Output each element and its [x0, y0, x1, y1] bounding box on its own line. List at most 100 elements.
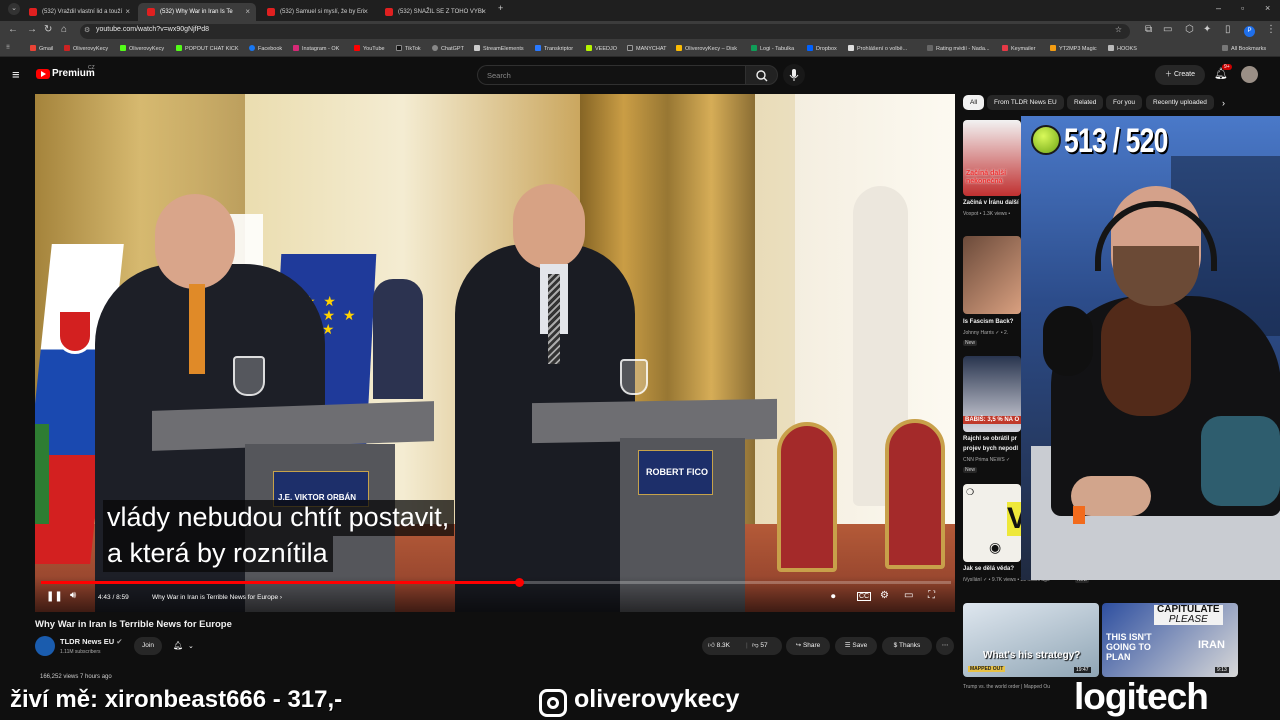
sidebar-icon[interactable]: ▯ [1225, 24, 1231, 35]
chip-for-you[interactable]: For you [1106, 95, 1143, 110]
bookmark-instagram[interactable]: Instagram - OK [293, 45, 339, 52]
sidebar-thumb-5[interactable]: What's his strategy? MAPPED OUT 19:47 [963, 603, 1099, 677]
settings-gear-icon[interactable]: ⚙ [880, 590, 889, 601]
orange-tie [189, 284, 205, 374]
create-button[interactable]: ＋ Create [1155, 65, 1205, 85]
bookmark-drive[interactable]: OliverovyKecy – Disk [676, 45, 737, 52]
bookmark-all[interactable]: All Bookmarks [1222, 45, 1266, 52]
sidebar-thumb-6[interactable]: CAPITULATE PLEASE THIS ISN'T GOING TO PLA… [1102, 603, 1238, 677]
bookmark-transkriptor[interactable]: Transkriptor [535, 45, 573, 52]
bookmark-streamelements[interactable]: StreamElements [474, 45, 524, 52]
bookmark-keymailer[interactable]: Keymailer [1002, 45, 1035, 52]
join-button[interactable]: Join [134, 637, 162, 655]
tab-search-icon[interactable]: ⌄ [8, 3, 20, 15]
pause-icon[interactable]: ❚❚ [46, 591, 63, 602]
sidebar-title-2[interactable]: Is Fascism Back? [963, 319, 1013, 325]
ivysilani-logo-icon: ❍ [966, 487, 975, 497]
chevron-down-icon[interactable]: ⌄ [188, 642, 194, 650]
video-player[interactable]: ★ ★★ ★ ★★ ★ J.E. VIKTOR ORBÁN ROBERT FIC… [35, 94, 955, 612]
user-avatar[interactable] [1241, 66, 1258, 83]
captions-icon[interactable]: CC [857, 592, 872, 601]
bookmark-logi-tabulka[interactable]: Logi - Tabulka [751, 45, 794, 52]
close-tab-icon[interactable]: × [245, 3, 250, 21]
reload-icon[interactable]: ↻ [44, 24, 52, 35]
chip-recently-uploaded[interactable]: Recently uploaded [1146, 95, 1214, 110]
bookmark-facebook[interactable]: Facebook [249, 45, 282, 52]
close-tab-icon[interactable]: × [481, 3, 486, 21]
sidebar-title-1[interactable]: Začíná v Íránu další [963, 200, 1019, 206]
bookmark-manychat[interactable]: MANYCHAT [627, 45, 666, 52]
sidebar-thumb-2[interactable] [963, 236, 1021, 314]
chapter-title[interactable]: Why War in Iran is Terrible News for Eur… [152, 594, 282, 601]
bookmark-oliverovykecy-2[interactable]: OliverovyKecy [120, 45, 164, 52]
bookmark-oliverovykecy-1[interactable]: OliverovyKecy [64, 45, 108, 52]
extensions-puzzle-icon[interactable]: ✦ [1203, 24, 1211, 35]
close-window-icon[interactable]: × [1265, 3, 1270, 13]
browser-tab-2-active[interactable]: (532) Why War in Iran Is Te × [138, 3, 256, 21]
browser-tab-3[interactable]: (532) Samuel si myslí, že by Eri × [258, 3, 374, 21]
fullscreen-icon[interactable]: ⛶ [928, 590, 935, 601]
extension-icon[interactable]: ⬡ [1185, 24, 1194, 35]
bookmark-dropbox[interactable]: Dropbox [807, 45, 837, 52]
sidebar-title-4[interactable]: Jak se dělá věda? [963, 566, 1014, 572]
bookmark-gmail[interactable]: Gmail [30, 45, 53, 52]
dislike-button[interactable]: 👎︎ 57 [752, 637, 768, 655]
channel-avatar[interactable] [35, 636, 55, 656]
bookmark-rating-medii[interactable]: Rating médií - Nada... [927, 45, 990, 52]
sidebar-title-3[interactable]: Rajchl se obrátil pr [963, 436, 1017, 442]
chip-from-channel[interactable]: From TLDR News EU [987, 95, 1064, 110]
bookmark-hooks[interactable]: HOOKS [1108, 45, 1137, 52]
minimize-icon[interactable]: – [1216, 3, 1221, 13]
chip-all[interactable]: All [963, 95, 985, 110]
browser-menu-icon[interactable]: ⋮ [1266, 24, 1276, 35]
miniplayer-icon[interactable]: ▭ [904, 590, 913, 601]
bookmark-prohlaseni[interactable]: Prohlášení o volbě... [848, 45, 907, 52]
new-tab-icon[interactable]: + [498, 3, 503, 13]
omnibox[interactable]: ⚙ youtube.com/watch?v=wx90gNjfPd8 ☆ [80, 24, 1130, 39]
bookmark-yt2mp3[interactable]: YT2MP3 Magic [1050, 45, 1097, 52]
sidebar-title-3-line2[interactable]: projev bych nepodl [963, 446, 1018, 452]
forward-icon[interactable]: → [27, 24, 37, 35]
more-actions-button[interactable]: ⋯ [936, 637, 954, 655]
progress-bar[interactable] [41, 578, 951, 587]
search-input[interactable]: Search [487, 71, 511, 80]
bookmark-youtube[interactable]: YouTube [354, 45, 385, 52]
search-button[interactable] [745, 65, 778, 85]
home-icon[interactable]: ⌂ [61, 24, 67, 35]
channel-name[interactable]: TLDR News EU ✔ [60, 637, 123, 646]
search-box[interactable]: Search [477, 65, 745, 85]
url-text[interactable]: youtube.com/watch?v=wx90gNjfPd8 [96, 26, 209, 33]
bookmark-tiktok[interactable]: TikTok [396, 45, 421, 52]
autoplay-toggle-icon[interactable]: ⏺ [831, 591, 836, 602]
bookmark-star-icon[interactable]: ☆ [1115, 25, 1122, 34]
close-tab-icon[interactable]: × [363, 3, 368, 21]
bookmark-veedjo[interactable]: VEEDJO [586, 45, 617, 52]
save-button[interactable]: ☰ Save [835, 637, 877, 655]
cast-icon[interactable]: ▭ [1163, 24, 1172, 35]
bookmark-popout-chat[interactable]: POPOUT CHAT KICK [176, 45, 238, 52]
back-icon[interactable]: ← [8, 24, 18, 35]
thanks-button[interactable]: $ Thanks [882, 637, 932, 655]
notification-bell-icon[interactable]: 🔔︎ [173, 641, 183, 650]
hamburger-menu-icon[interactable]: ≡ [12, 67, 20, 82]
close-tab-icon[interactable]: × [125, 3, 130, 21]
site-info-icon[interactable]: ⚙ [84, 26, 90, 34]
maximize-icon[interactable]: ▫ [1241, 3, 1244, 13]
like-button[interactable]: 👍︎ 8.3K [708, 637, 730, 655]
share-button[interactable]: ↪ Share [786, 637, 830, 655]
sidebar-thumb-3[interactable]: BABIŠ: 3,5 % NA O [963, 356, 1021, 432]
chip-related[interactable]: Related [1067, 95, 1104, 110]
profile-avatar-icon[interactable]: P [1244, 26, 1255, 37]
browser-tab-1[interactable]: (532) Vraždil vlastní lid a touží × [20, 3, 136, 21]
voice-search-button[interactable] [783, 64, 805, 86]
sidebar-thumb-4[interactable]: ❍ V ◉ [963, 484, 1021, 562]
translate-icon[interactable]: ⧉ [1145, 24, 1152, 35]
bookmark-chatgpt[interactable]: ChatGPT [432, 45, 464, 52]
scrubber-handle[interactable] [514, 578, 524, 587]
sidebar-thumb-1[interactable]: Začíná další nekonečná [963, 120, 1021, 196]
sidebar-title-5[interactable]: Trump vs. the world order | Mapped Ou [963, 684, 1050, 690]
apps-icon[interactable]: ⠿ [6, 45, 10, 51]
volume-icon[interactable]: 🔊︎ [70, 590, 76, 601]
browser-tab-4[interactable]: (532) SNAŽIL SE Z TOHO VYBI × [376, 3, 492, 21]
chevron-right-icon[interactable]: › [1222, 98, 1225, 108]
